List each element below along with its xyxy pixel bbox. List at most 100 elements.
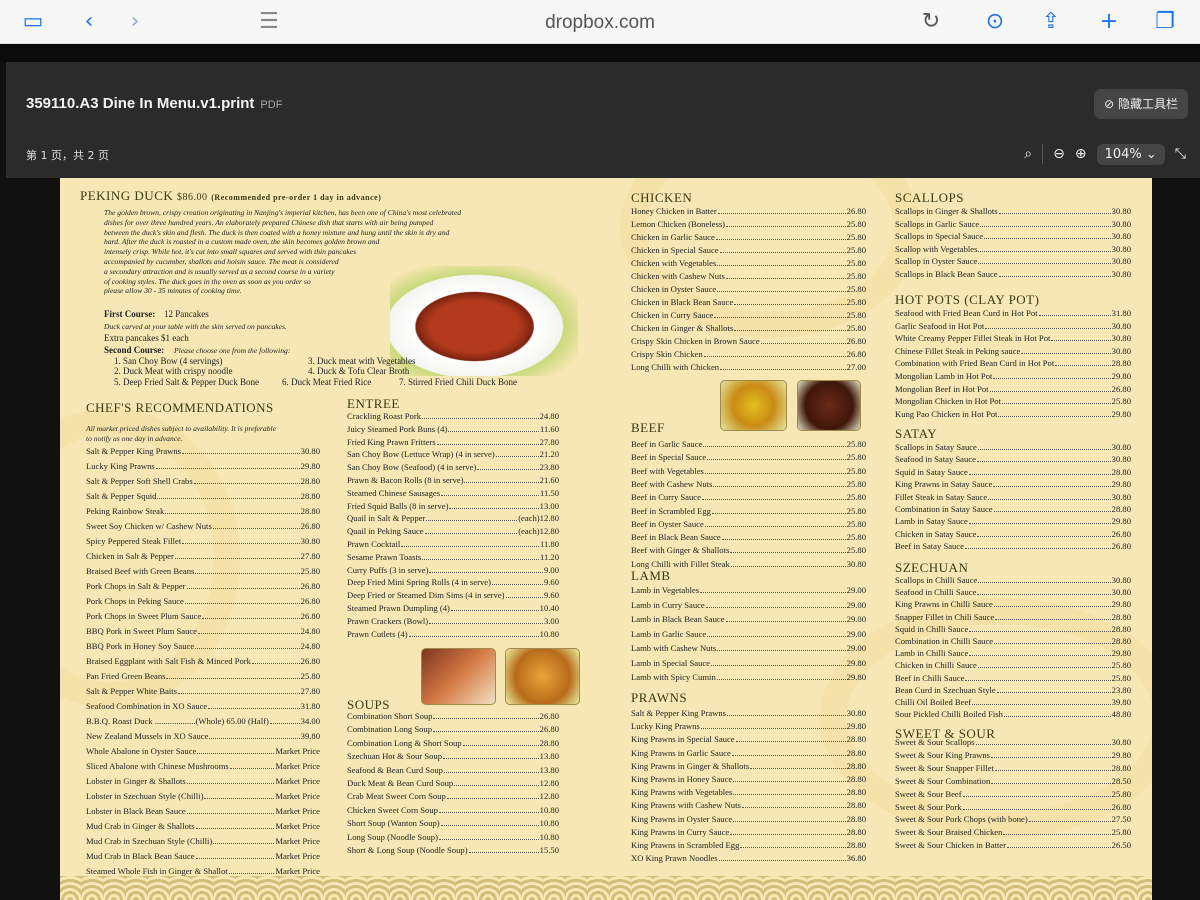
item-price: 29.80	[1111, 648, 1131, 659]
dot-leader	[443, 751, 539, 760]
first-course-label: First Course:	[104, 309, 156, 319]
item-price: 3.00	[543, 615, 559, 626]
prawns-menu-item: King Prawns in Ginger & Shallots 28.80	[631, 761, 866, 772]
peking-price: $86.00	[177, 192, 208, 203]
dot-leader	[212, 521, 300, 529]
item-name: Honey Chicken in Batter	[631, 206, 717, 216]
item-price: 28.80	[300, 476, 320, 486]
item-price: 31.80	[1111, 308, 1131, 318]
peking-duck-image	[390, 266, 578, 376]
item-name: New Zealand Mussels in XO Sauce	[86, 731, 209, 741]
lamb-menu-item: Lamb with Cashew Nuts 29.00	[631, 643, 866, 654]
item-name: Steamed Chinese Sausages	[347, 487, 441, 498]
dot-leader	[701, 492, 846, 501]
download-icon[interactable]: ⊙	[982, 9, 1008, 35]
dot-leader	[975, 737, 1111, 745]
item-name: Beef with Ginger & Shallots	[631, 545, 730, 556]
zoom-select[interactable]: 104% ⌄	[1096, 143, 1165, 165]
share-icon[interactable]: ⇪	[1038, 9, 1064, 35]
new-tab-icon[interactable]: +	[1096, 9, 1122, 35]
item-name: Salt & Pepper White Baits	[86, 686, 178, 696]
hide-toolbar-button[interactable]: ⊘ 隐藏工具栏	[1094, 89, 1188, 119]
chef-menu-item: Lobster in Ginger & Shallots Market Price	[86, 776, 320, 787]
chef-menu-item: Lucky King Prawns 29.80	[86, 461, 320, 472]
item-name: Lamb in Vegetables	[631, 585, 700, 595]
chef-menu-item: Pork Chops in Sweet Plum Sauce 26.80	[86, 611, 320, 622]
item-name: King Prawns in Special Sauce	[631, 734, 735, 745]
item-price: 27.80	[300, 686, 320, 696]
chef-note: to notify us one day in advance.	[86, 434, 183, 443]
dot-leader	[978, 244, 1111, 252]
item-price: 25.80	[846, 532, 866, 543]
dot-leader	[429, 565, 543, 573]
item-price: 29.00	[846, 599, 866, 610]
item-name: Salt & Pepper Squid	[86, 491, 157, 501]
item-name: Whole Abalone in Oyster Sauce	[86, 746, 197, 756]
item-name: Squid in Chilli Sauce	[895, 623, 969, 634]
entree-menu-item: Juicy Steamed Pork Buns (4) 11.60	[347, 424, 559, 435]
szechuan-menu-item: Chilli Oil Boiled Beef 39.80	[895, 697, 1131, 708]
chef-menu-item: Peking Rainbow Steak 28.80	[86, 506, 320, 517]
item-name: Braised Eggplant with Salt Fish & Minced…	[86, 656, 251, 666]
dot-leader	[734, 297, 846, 305]
item-price: 10.40	[539, 603, 559, 613]
reload-icon[interactable]: ↻	[918, 9, 944, 35]
satay-menu-item: King Prawns in Satay Sauce 29.80	[895, 479, 1131, 490]
szechuan-menu-item: Scallops in Chilli Sauce 30.80	[895, 575, 1131, 586]
item-price: 28.80	[1111, 466, 1131, 477]
dot-leader	[448, 424, 539, 432]
item-price: 10.80	[539, 831, 559, 842]
search-icon[interactable]: ⌕	[1024, 146, 1032, 162]
zoom-in-icon[interactable]: ⊕	[1075, 146, 1087, 162]
item-price: 25.80	[300, 566, 320, 576]
soups-menu-item: Short & Long Soup (Noodle Soup) 15.50	[347, 845, 559, 856]
zoom-out-icon[interactable]: ⊖	[1053, 146, 1065, 162]
item-name: Scallops in Satay Sauce	[895, 442, 977, 452]
item-name: Short & Long Soup (Noodle Soup)	[347, 845, 468, 855]
item-price: Market Price	[275, 776, 320, 786]
beef-menu-item: Beef in Oyster Sauce 25.80	[631, 519, 866, 530]
item-price: Market Price	[275, 746, 320, 756]
dot-leader	[704, 466, 846, 474]
chef-menu-item: Braised Eggplant with Salt Fish & Minced…	[86, 656, 320, 667]
szechuan-menu-item: Beef in Chilli Sauce 25.80	[895, 673, 1131, 684]
item-price: 28.50	[1111, 775, 1131, 786]
fullscreen-icon[interactable]: ⤡	[1175, 146, 1186, 162]
entree-menu-item: Quail in Peking Sauce (each)12.80	[347, 526, 559, 537]
item-name: Chicken in Curry Sauce	[631, 310, 714, 320]
document-type: PDF	[260, 99, 283, 111]
item-name: Chilli Oil Boiled Beef	[895, 697, 972, 707]
item-name: Juicy Steamed Pork Buns (4)	[347, 423, 448, 434]
item-price: 13.80	[539, 751, 559, 762]
dot-leader	[704, 519, 846, 527]
dot-leader	[717, 206, 846, 214]
tabs-icon[interactable]: ❐	[1152, 9, 1178, 35]
soups-menu-item: Seafood & Bean Curd Soup 13.80	[347, 765, 559, 776]
item-name: Beef in Satay Sauce	[895, 541, 964, 552]
dot-leader	[719, 245, 846, 253]
item-price: 11.60	[539, 423, 559, 434]
item-name: Mongolian Beef in Hot Pot	[895, 383, 989, 394]
item-price: Market Price	[275, 821, 320, 831]
item-name: Chicken in Black Bean Sauce	[631, 297, 734, 307]
item-price: 28.80	[1111, 358, 1131, 369]
item-price: 48.80	[1111, 709, 1131, 720]
satay-menu-item: Beef in Satay Sauce 26.80	[895, 541, 1131, 552]
fritters-image	[505, 648, 580, 705]
url-bar[interactable]: dropbox.com	[0, 12, 1200, 34]
dot-leader	[426, 513, 518, 522]
dot-leader	[401, 539, 539, 547]
dot-leader	[730, 827, 846, 835]
dot-leader	[760, 336, 846, 344]
chef-menu-item: Chicken in Salt & Pepper 27.80	[86, 551, 320, 562]
dot-leader	[186, 776, 275, 784]
dot-leader	[741, 800, 846, 809]
entree-menu-item: Prawn Crackers (Bowl) 3.00	[347, 616, 559, 627]
item-name: Scallops in Special Sauce	[895, 231, 984, 242]
soups-menu-item: Combination Short Soup 26.80	[347, 711, 559, 722]
lamb-menu-item: Lamb in Black Bean Sauce 29.00	[631, 614, 866, 625]
scallops-menu-item: Scallops in Black Bean Sauce 30.80	[895, 269, 1131, 280]
item-name: Lamb in Black Bean Sauce	[631, 614, 725, 624]
item-name: Chicken in Oyster Sauce	[631, 284, 717, 294]
hotpots-menu-item: Seafood with Fried Bean Curd in Hot Pot 3…	[895, 308, 1131, 319]
